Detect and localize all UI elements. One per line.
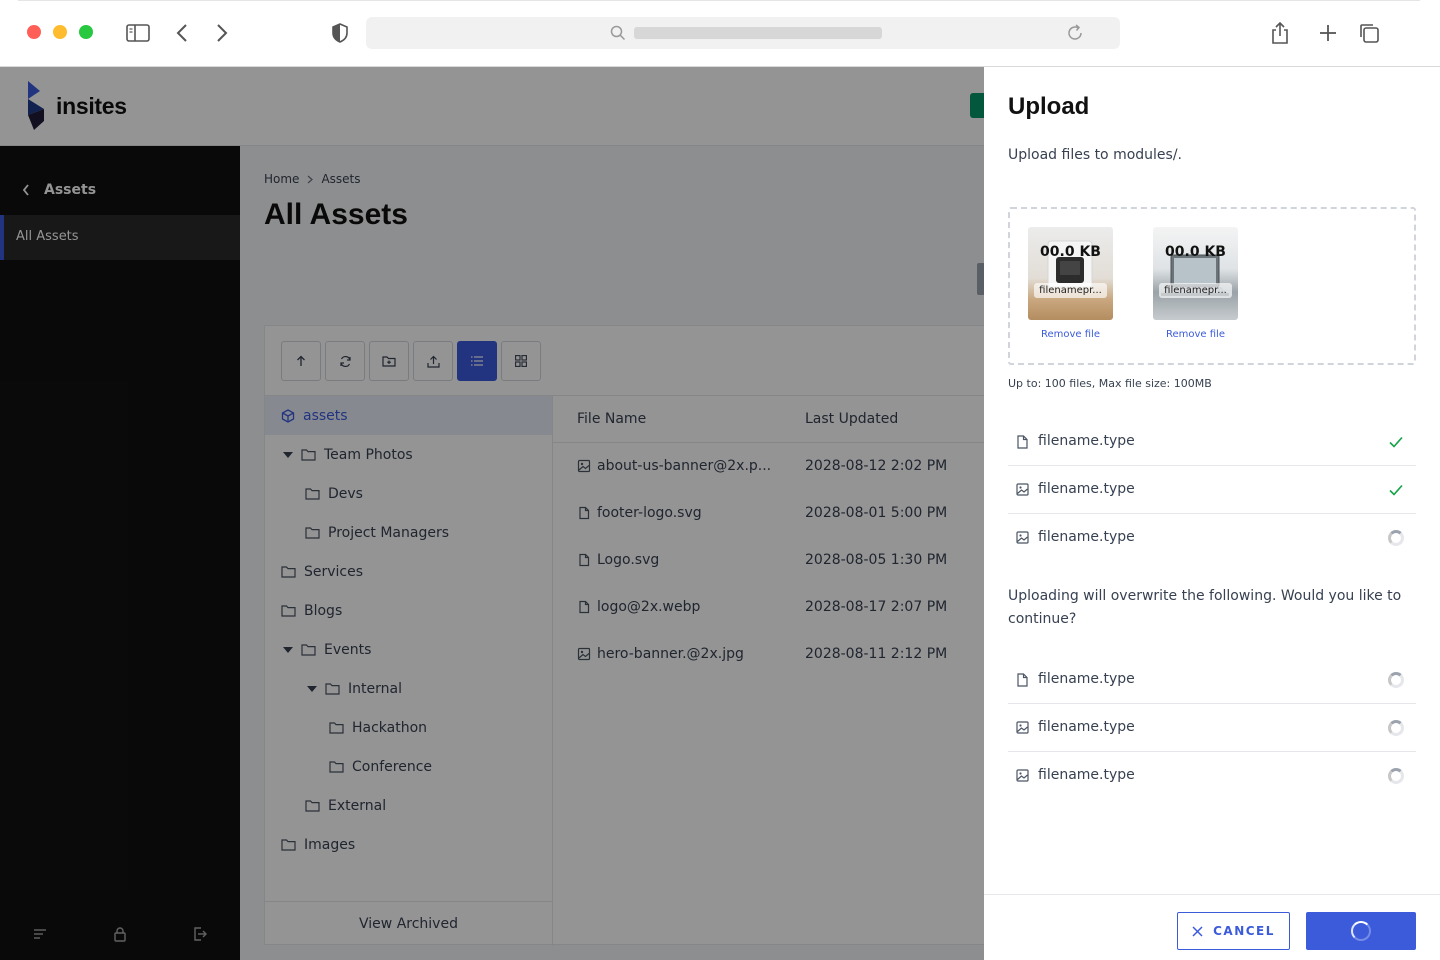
close-icon <box>1192 925 1203 937</box>
upload-submit-button[interactable] <box>1306 912 1416 950</box>
spinner-icon <box>1388 530 1404 546</box>
spinner-icon <box>1388 672 1404 688</box>
list-item: filename.type <box>1008 752 1416 800</box>
preview-filename: filenamepr... <box>1159 283 1232 298</box>
browser-toolbar <box>0 0 1440 67</box>
file-dropzone[interactable]: 00.0 KB filenamepr... Remove file 00.0 K… <box>1008 207 1416 365</box>
forward-icon[interactable] <box>209 20 235 46</box>
file-preview: 00.0 KB filenamepr... <box>1028 227 1113 320</box>
back-icon[interactable] <box>169 20 195 46</box>
remove-file-link[interactable]: Remove file <box>1153 329 1238 340</box>
preview-filename: filenamepr... <box>1034 283 1107 298</box>
drawer-subtitle: Upload files to modules/. <box>1008 147 1183 163</box>
list-item: filename.type <box>1008 704 1416 752</box>
spinner-icon <box>1388 768 1404 784</box>
overwrite-filename: filename.type <box>1038 671 1135 687</box>
upload-file-list: filename.type filename.type filename.typ… <box>1008 418 1416 562</box>
image-icon <box>1016 483 1029 496</box>
sidebar-toggle-icon[interactable] <box>125 20 151 46</box>
check-icon <box>1389 484 1403 496</box>
overwrite-file-list: filename.type filename.type filename.typ… <box>1008 656 1416 800</box>
list-item: filename.type <box>1008 656 1416 704</box>
overwrite-filename: filename.type <box>1038 767 1135 783</box>
file-size: 00.0 KB <box>1040 244 1101 260</box>
search-icon <box>610 25 626 41</box>
share-icon[interactable] <box>1267 20 1293 46</box>
remove-file-link[interactable]: Remove file <box>1028 329 1113 340</box>
list-item: filename.type <box>1008 466 1416 514</box>
file-size: 00.0 KB <box>1165 244 1226 260</box>
reload-icon[interactable] <box>1065 23 1085 43</box>
cancel-label: CANCEL <box>1213 924 1275 938</box>
upload-filename: filename.type <box>1038 433 1135 449</box>
zoom-window-button[interactable] <box>79 25 93 39</box>
image-icon <box>1016 721 1029 734</box>
spinner-icon <box>1388 720 1404 736</box>
cancel-button[interactable]: CANCEL <box>1177 912 1290 950</box>
check-icon <box>1389 436 1403 448</box>
list-item: filename.type <box>1008 514 1416 562</box>
upload-filename: filename.type <box>1038 481 1135 497</box>
new-tab-icon[interactable] <box>1315 20 1341 46</box>
drawer-title: Upload <box>1008 93 1090 120</box>
spinner-icon <box>1351 921 1371 941</box>
image-icon <box>1016 531 1029 544</box>
upload-drawer: Upload Upload files to modules/. 00.0 KB… <box>984 67 1440 960</box>
address-bar[interactable] <box>366 17 1120 49</box>
minimize-window-button[interactable] <box>53 25 67 39</box>
overwrite-filename: filename.type <box>1038 719 1135 735</box>
file-icon <box>1017 673 1028 687</box>
file-icon <box>1017 435 1028 449</box>
upload-filename: filename.type <box>1038 529 1135 545</box>
upload-limits: Up to: 100 files, Max file size: 100MB <box>1008 377 1212 390</box>
drawer-footer: CANCEL <box>984 894 1440 960</box>
file-preview: 00.0 KB filenamepr... <box>1153 227 1238 320</box>
modal-backdrop[interactable] <box>0 67 984 960</box>
shield-icon[interactable] <box>327 20 353 46</box>
overwrite-prompt: Uploading will overwrite the following. … <box>1008 588 1402 627</box>
close-window-button[interactable] <box>27 25 41 39</box>
tab-overview-icon[interactable] <box>1356 20 1382 46</box>
image-icon <box>1016 769 1029 782</box>
list-item: filename.type <box>1008 418 1416 466</box>
